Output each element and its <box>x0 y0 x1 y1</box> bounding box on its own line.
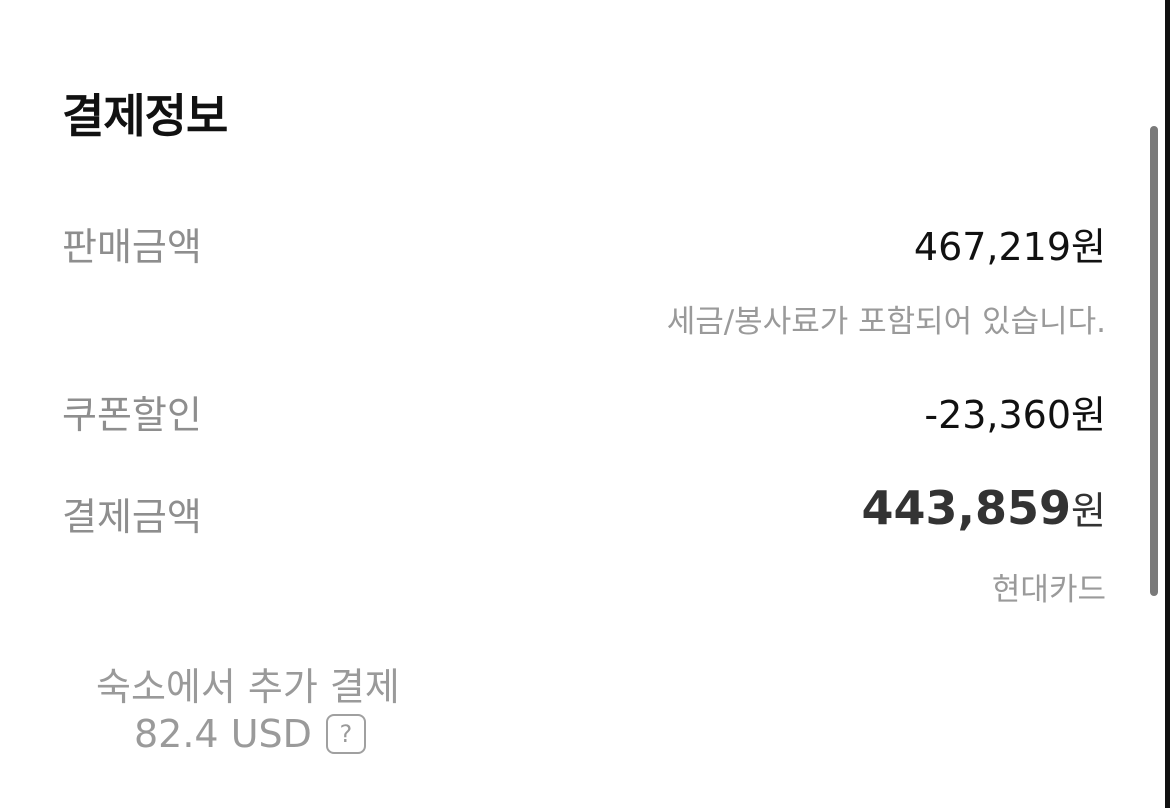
coupon-discount-value: -23,360원 <box>924 393 1106 437</box>
payment-amount-value: 443,859원 <box>862 480 1106 535</box>
payment-amount-unit: 원 <box>1071 489 1106 533</box>
sale-amount-label: 판매금액 <box>62 225 202 269</box>
payment-method: 현대카드 <box>991 572 1106 608</box>
extra-payment-amount: 82.4 USD <box>134 712 312 756</box>
coupon-discount-label: 쿠폰할인 <box>62 393 202 437</box>
screen-edge <box>1165 0 1170 808</box>
page-title: 결제정보 <box>62 89 228 143</box>
extra-payment-label: 숙소에서 추가 결제 <box>96 665 400 709</box>
help-icon[interactable]: ? <box>325 714 366 754</box>
tax-included-note: 세금/봉사료가 포함되어 있습니다. <box>666 304 1106 340</box>
payment-amount-label: 결제금액 <box>62 495 202 539</box>
sale-amount-value: 467,219원 <box>913 225 1106 269</box>
payment-amount-number: 443,859 <box>861 481 1072 535</box>
extra-payment-amount-row: 82.4 USD ? <box>134 712 366 756</box>
scrollbar[interactable] <box>1150 126 1158 596</box>
